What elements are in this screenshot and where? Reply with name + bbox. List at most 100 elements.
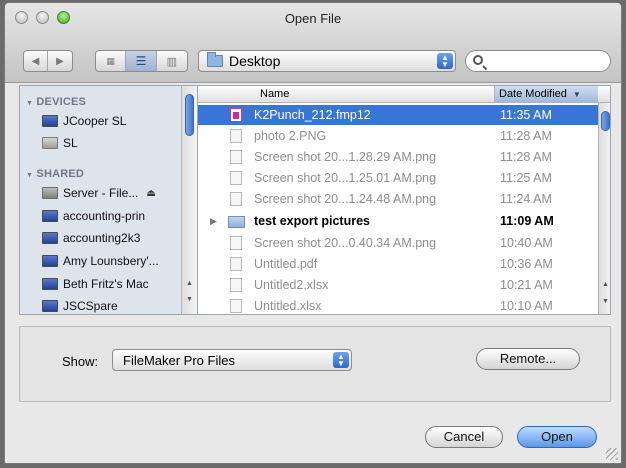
- file-name: Untitled2.xlsx: [254, 278, 329, 292]
- sidebar-section-label: SHARED: [36, 168, 85, 180]
- file-date: 10:40 AM: [500, 236, 553, 250]
- scroll-up-arrow-icon[interactable]: ▲: [186, 280, 193, 287]
- show-label: Show:: [62, 354, 99, 369]
- sidebar-item-server-file[interactable]: Server - File... ⏏: [42, 184, 156, 202]
- scroll-down-arrow-icon[interactable]: ▼: [602, 298, 609, 305]
- sidebar-item-label: accounting-prin: [63, 209, 146, 223]
- open-button[interactable]: Open: [517, 426, 597, 448]
- document-icon: [230, 257, 242, 271]
- sidebar-item-sl[interactable]: SL: [42, 134, 78, 152]
- file-row[interactable]: photo 2.PNG 11:28 AM: [198, 126, 598, 146]
- monitor-icon: [42, 232, 58, 244]
- file-name: test export pictures: [254, 214, 371, 228]
- file-row[interactable]: Screen shot 20...1.25.01 AM.png 11:25 AM: [198, 168, 598, 188]
- location-popup[interactable]: Desktop ▲ ▼: [198, 50, 456, 72]
- sidebar-item-label: SL: [63, 136, 78, 150]
- sidebar-item-beth-fritz-mac[interactable]: Beth Fritz's Mac: [42, 275, 149, 293]
- computer-icon: [42, 255, 58, 267]
- sidebar-item-accounting2k3[interactable]: accounting2k3: [42, 229, 140, 247]
- monitor-icon: [42, 210, 58, 222]
- computer-icon: [42, 300, 58, 312]
- file-row[interactable]: K2Punch_212.fmp12 11:35 AM: [198, 105, 598, 125]
- file-date: 10:10 AM: [500, 299, 553, 313]
- sidebar-item-label: Beth Fritz's Mac: [63, 277, 149, 291]
- file-row[interactable]: Screen shot 20...1.24.48 AM.png 11:24 AM: [198, 189, 598, 209]
- file-name: Screen shot 20...1.25.01 AM.png: [254, 171, 437, 185]
- back-forward-control: ◀ ▶: [23, 50, 73, 72]
- sidebar-scrollbar[interactable]: ▲ ▼: [181, 85, 197, 315]
- file-date: 11:35 AM: [500, 108, 552, 122]
- remote-button[interactable]: Remote...: [476, 348, 580, 370]
- folder-row[interactable]: ▶ test export pictures 11:09 AM: [198, 211, 598, 231]
- sidebar-section-label: DEVICES: [36, 96, 87, 108]
- file-date: 11:28 AM: [500, 150, 552, 164]
- sidebar-item-jscspare[interactable]: JSCSpare: [42, 297, 118, 314]
- sidebar-scroll-thumb[interactable]: [185, 94, 194, 136]
- options-panel: Show: FileMaker Pro Files ▲ ▼ Remote...: [19, 326, 611, 402]
- sort-descending-icon: ▼: [572, 90, 581, 99]
- document-icon: [230, 278, 242, 292]
- location-label: Desktop: [229, 53, 281, 69]
- sidebar-section-devices[interactable]: ▼ DEVICES: [26, 96, 86, 108]
- search-field[interactable]: [465, 50, 611, 72]
- file-date: 10:21 AM: [500, 278, 553, 292]
- file-row[interactable]: Untitled2.xlsx 10:21 AM: [198, 275, 598, 295]
- eject-icon[interactable]: ⏏: [146, 188, 155, 199]
- file-list-scroll-thumb[interactable]: [601, 111, 610, 131]
- icon-view-icon: ▦: [106, 55, 115, 66]
- list-view-icon: ☰: [135, 54, 147, 68]
- disclosure-triangle-icon: ▼: [26, 100, 34, 107]
- file-list-header: Name Date Modified ▼: [198, 86, 610, 103]
- column-header-name[interactable]: Name: [260, 88, 289, 100]
- sidebar: ▼ DEVICES JCooper SL SL ▼ SHARED Server …: [19, 85, 197, 315]
- search-icon: [473, 55, 483, 65]
- show-file-type-popup[interactable]: FileMaker Pro Files ▲ ▼: [112, 349, 352, 371]
- resize-grip-icon[interactable]: [606, 448, 618, 460]
- folder-icon: [228, 216, 245, 228]
- popup-arrows-icon: ▲ ▼: [333, 352, 349, 368]
- sidebar-item-accounting-prin[interactable]: accounting-prin: [42, 207, 145, 225]
- server-icon: [42, 187, 58, 199]
- sidebar-item-label: JSCSpare: [63, 299, 118, 313]
- file-date: 11:24 AM: [500, 192, 552, 206]
- popup-arrows-icon: ▲ ▼: [437, 53, 453, 69]
- file-name: Untitled.pdf: [254, 257, 318, 271]
- scroll-down-arrow-icon[interactable]: ▼: [186, 296, 193, 303]
- file-list-scrollbar[interactable]: ▲ ▼: [598, 103, 610, 314]
- file-name: Untitled.xlsx: [254, 299, 322, 313]
- file-row[interactable]: Untitled.pdf 10:36 AM: [198, 254, 598, 274]
- disclosure-triangle-icon[interactable]: ▶: [210, 216, 217, 227]
- title-bar[interactable]: Open File ◀ ▶ ▦ ☰ ▥ Desktop ▲ ▼: [5, 3, 621, 83]
- sidebar-item-jcooper-sl[interactable]: JCooper SL: [42, 112, 126, 130]
- computer-icon: [42, 115, 58, 127]
- icon-view-button[interactable]: ▦: [96, 51, 127, 71]
- file-date: 11:09 AM: [500, 214, 554, 228]
- computer-icon: [42, 278, 58, 290]
- file-date: 11:28 AM: [500, 129, 552, 143]
- view-mode-control: ▦ ☰ ▥: [95, 50, 188, 72]
- document-icon: [230, 236, 242, 250]
- back-button[interactable]: ◀: [24, 51, 48, 71]
- sidebar-section-shared[interactable]: ▼ SHARED: [26, 168, 84, 180]
- sidebar-item-amy-lounsbery[interactable]: Amy Lounsbery'...: [42, 252, 159, 270]
- file-name: Screen shot 20...1.28.29 AM.png: [254, 150, 437, 164]
- column-view-button[interactable]: ▥: [157, 51, 187, 71]
- file-row[interactable]: Screen shot 20...0.40.34 AM.png 10:40 AM: [198, 233, 598, 253]
- scroll-up-arrow-icon[interactable]: ▲: [602, 281, 609, 288]
- filemaker-file-icon: [230, 108, 242, 122]
- show-file-type-value: FileMaker Pro Files: [123, 353, 235, 368]
- sidebar-item-label: accounting2k3: [63, 231, 141, 245]
- cancel-button[interactable]: Cancel: [425, 426, 503, 448]
- column-header-date-modified[interactable]: Date Modified ▼: [494, 86, 598, 103]
- forward-button[interactable]: ▶: [48, 51, 72, 71]
- file-row[interactable]: Screen shot 20...1.28.29 AM.png 11:28 AM: [198, 147, 598, 167]
- folder-icon: [207, 52, 223, 67]
- open-file-dialog: Open File ◀ ▶ ▦ ☰ ▥ Desktop ▲ ▼ ▼ DEVICES…: [4, 2, 622, 464]
- document-icon: [230, 129, 242, 143]
- file-name: photo 2.PNG: [254, 129, 327, 143]
- back-arrow-icon: ◀: [31, 55, 40, 67]
- file-name: K2Punch_212.fmp12: [254, 108, 371, 122]
- window-title: Open File: [284, 11, 342, 26]
- list-view-button[interactable]: ☰: [126, 51, 157, 71]
- file-row[interactable]: Untitled.xlsx 10:10 AM: [198, 296, 598, 314]
